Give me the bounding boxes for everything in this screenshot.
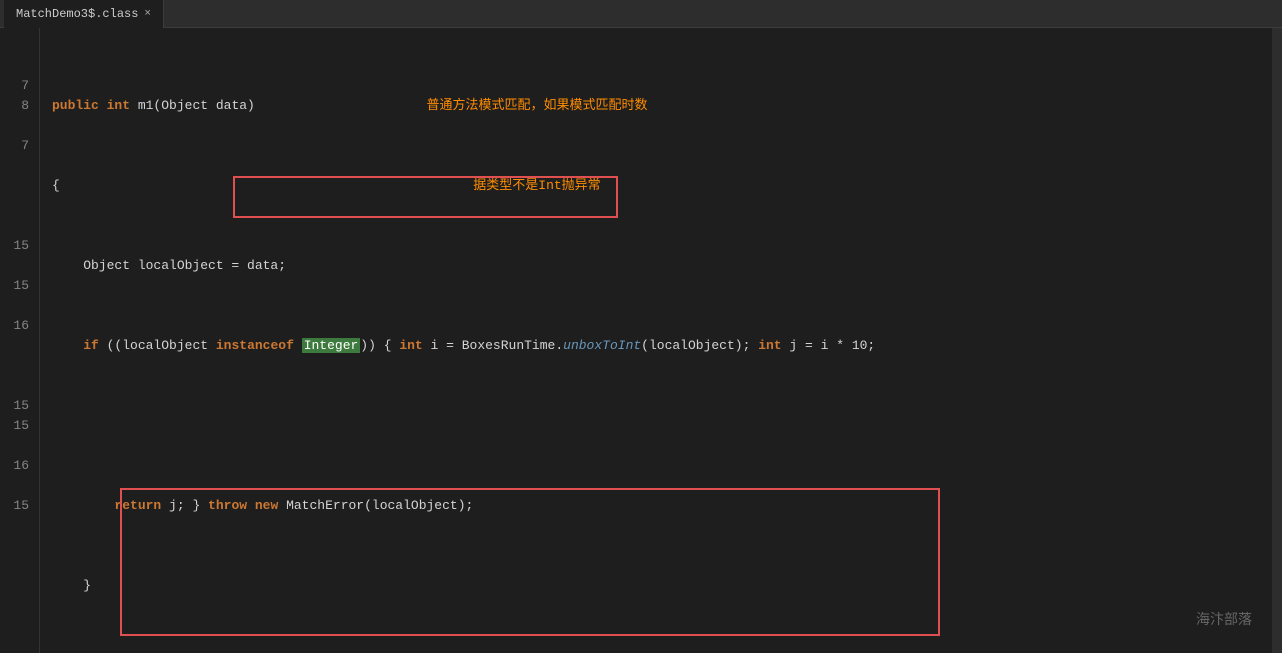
code-line: } xyxy=(52,576,1272,596)
code-line: Object localObject = data; xyxy=(52,256,1272,276)
code-content: public int m1(Object data) 普通方法模式匹配，如果模式… xyxy=(40,28,1272,653)
vertical-scrollbar[interactable] xyxy=(1272,28,1282,653)
line-numbers: 7 8 7 15 15 16 15 15 16 15 xyxy=(0,28,40,653)
code-line: public int m1(Object data) 普通方法模式匹配，如果模式… xyxy=(52,96,1272,116)
code-line xyxy=(52,416,1272,436)
editor-tab[interactable]: MatchDemo3$.class × xyxy=(4,0,164,28)
comment2-text: 据类型不是Int抛异常 xyxy=(473,178,600,193)
watermark: 海汴部落 xyxy=(1196,609,1252,629)
comment1-text: 普通方法模式匹配，如果模式匹配时数 xyxy=(426,98,647,113)
tab-bar: MatchDemo3$.class × xyxy=(0,0,1282,28)
code-line: { 据类型不是Int抛异常 xyxy=(52,176,1272,196)
tab-title: MatchDemo3$.class xyxy=(16,7,138,21)
tab-close-button[interactable]: × xyxy=(144,8,151,20)
code-line: return j; } throw new MatchError(localOb… xyxy=(52,496,1272,516)
editor-area: 7 8 7 15 15 16 15 15 16 15 public int m1… xyxy=(0,28,1282,653)
code-line: if ((localObject instanceof Integer)) { … xyxy=(52,336,1272,356)
